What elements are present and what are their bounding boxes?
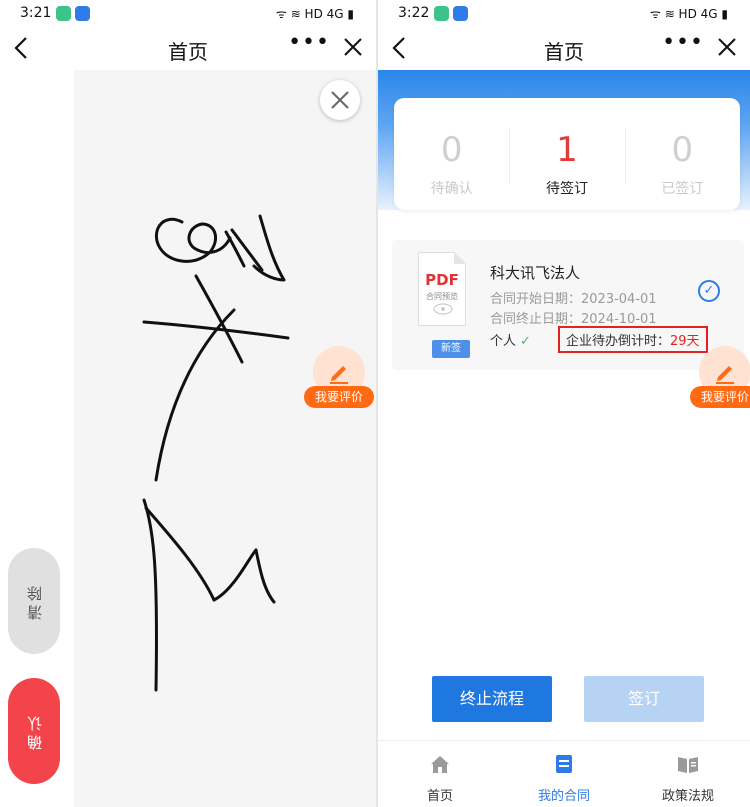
tab-label: 已签订 <box>661 181 704 197</box>
contract-icon <box>556 755 572 773</box>
status-indicators: ᯤ ≋ HD 4G ▮ <box>275 7 354 21</box>
enterprise-countdown: 企业待办倒计时：29天 <box>558 326 708 353</box>
contract-start-date: 合同开始日期：2023-04-01 <box>490 292 657 307</box>
check-icon: ✓ <box>520 334 531 349</box>
home-icon <box>431 756 449 773</box>
app-notification-icon <box>453 6 468 21</box>
tab-label: 我的合同 <box>537 789 590 804</box>
status-badge: 新签 <box>432 340 470 358</box>
tab-label: 政策法规 <box>661 789 714 804</box>
handwritten-signature <box>142 214 290 692</box>
tab-label: 首页 <box>426 789 453 804</box>
nav-bar: 首页 ••• <box>0 28 376 70</box>
status-app-icons <box>56 6 90 21</box>
tab-count: 0 <box>440 130 463 170</box>
tab-pending-sign[interactable]: 1 待签订 <box>509 98 624 210</box>
pdf-preview-label: 合同预览 <box>426 292 458 301</box>
select-check-icon[interactable]: ✓ <box>698 280 720 302</box>
evaluate-button[interactable]: 我要评价 <box>690 346 750 416</box>
evaluate-label: 我要评价 <box>304 386 374 408</box>
contract-status-tabs: 0 待确认 1 待签订 0 已签订 <box>394 98 740 210</box>
pdf-label: PDF <box>425 271 459 289</box>
status-app-icons <box>434 6 468 21</box>
status-indicators: ᯤ ≋ HD 4G ▮ <box>649 7 728 21</box>
contract-name: 科大讯飞法人 <box>490 264 581 282</box>
tab-pending-confirm[interactable]: 0 待确认 <box>394 98 509 210</box>
more-menu-button[interactable]: ••• <box>662 30 704 55</box>
pencil-icon <box>716 366 734 384</box>
more-menu-button[interactable]: ••• <box>288 30 330 55</box>
pdf-preview[interactable]: PDF 合同预览 <box>418 252 466 326</box>
tab-label: 待确认 <box>430 181 473 197</box>
close-icon <box>331 91 349 109</box>
tab-label: 待签订 <box>545 181 588 197</box>
sign-button[interactable]: 签订 <box>584 676 704 722</box>
confirm-button-label: 确认 <box>25 712 44 750</box>
personal-label: 个人 <box>490 334 517 349</box>
tab-count: 1 <box>556 130 578 170</box>
clear-button-label: 清除 <box>25 582 44 620</box>
tab-policies[interactable]: 政策法规 <box>626 741 750 807</box>
clear-button[interactable]: 清除 <box>8 548 60 654</box>
status-bar: 3:22 ᯤ ≋ HD 4G ▮ <box>378 0 750 28</box>
eye-icon <box>433 303 453 315</box>
bottom-tab-bar: 首页 我的合同 政策法规 <box>378 740 750 807</box>
contract-end-date: 合同终止日期：2024-10-01 <box>490 312 657 327</box>
app-notification-icon <box>56 6 71 21</box>
terminate-process-button[interactable]: 终止流程 <box>432 676 552 722</box>
tab-my-contracts[interactable]: 我的合同 <box>502 741 626 807</box>
close-icon[interactable] <box>714 34 740 60</box>
contract-screen: 3:22 ᯤ ≋ HD 4G ▮ 首页 ••• 0 待确认 1 待签订 0 已签… <box>378 0 750 807</box>
personal-signed: 个人 ✓ <box>490 330 531 349</box>
status-time: 3:22 <box>398 5 430 21</box>
signature-screen: 3:21 ᯤ ≋ HD 4G ▮ 首页 ••• 清除 确认 我要评价 <box>0 0 376 807</box>
signature-canvas[interactable] <box>74 70 376 807</box>
evaluate-button[interactable]: 我要评价 <box>304 346 374 416</box>
app-notification-icon <box>434 6 449 21</box>
confirm-button[interactable]: 确认 <box>8 678 60 784</box>
tab-count: 0 <box>671 130 694 170</box>
evaluate-label: 我要评价 <box>690 386 750 408</box>
status-time: 3:21 <box>20 5 52 21</box>
policy-icon <box>678 757 698 773</box>
close-icon[interactable] <box>340 34 366 60</box>
app-notification-icon <box>75 6 90 21</box>
status-bar: 3:21 ᯤ ≋ HD 4G ▮ <box>0 0 376 28</box>
tab-signed[interactable]: 0 已签订 <box>624 98 740 210</box>
pencil-icon <box>330 366 348 384</box>
nav-bar: 首页 ••• <box>378 28 750 70</box>
tab-home[interactable]: 首页 <box>378 741 502 807</box>
close-signature-button[interactable] <box>320 80 360 120</box>
countdown-label: 企业待办倒计时： <box>566 334 671 349</box>
